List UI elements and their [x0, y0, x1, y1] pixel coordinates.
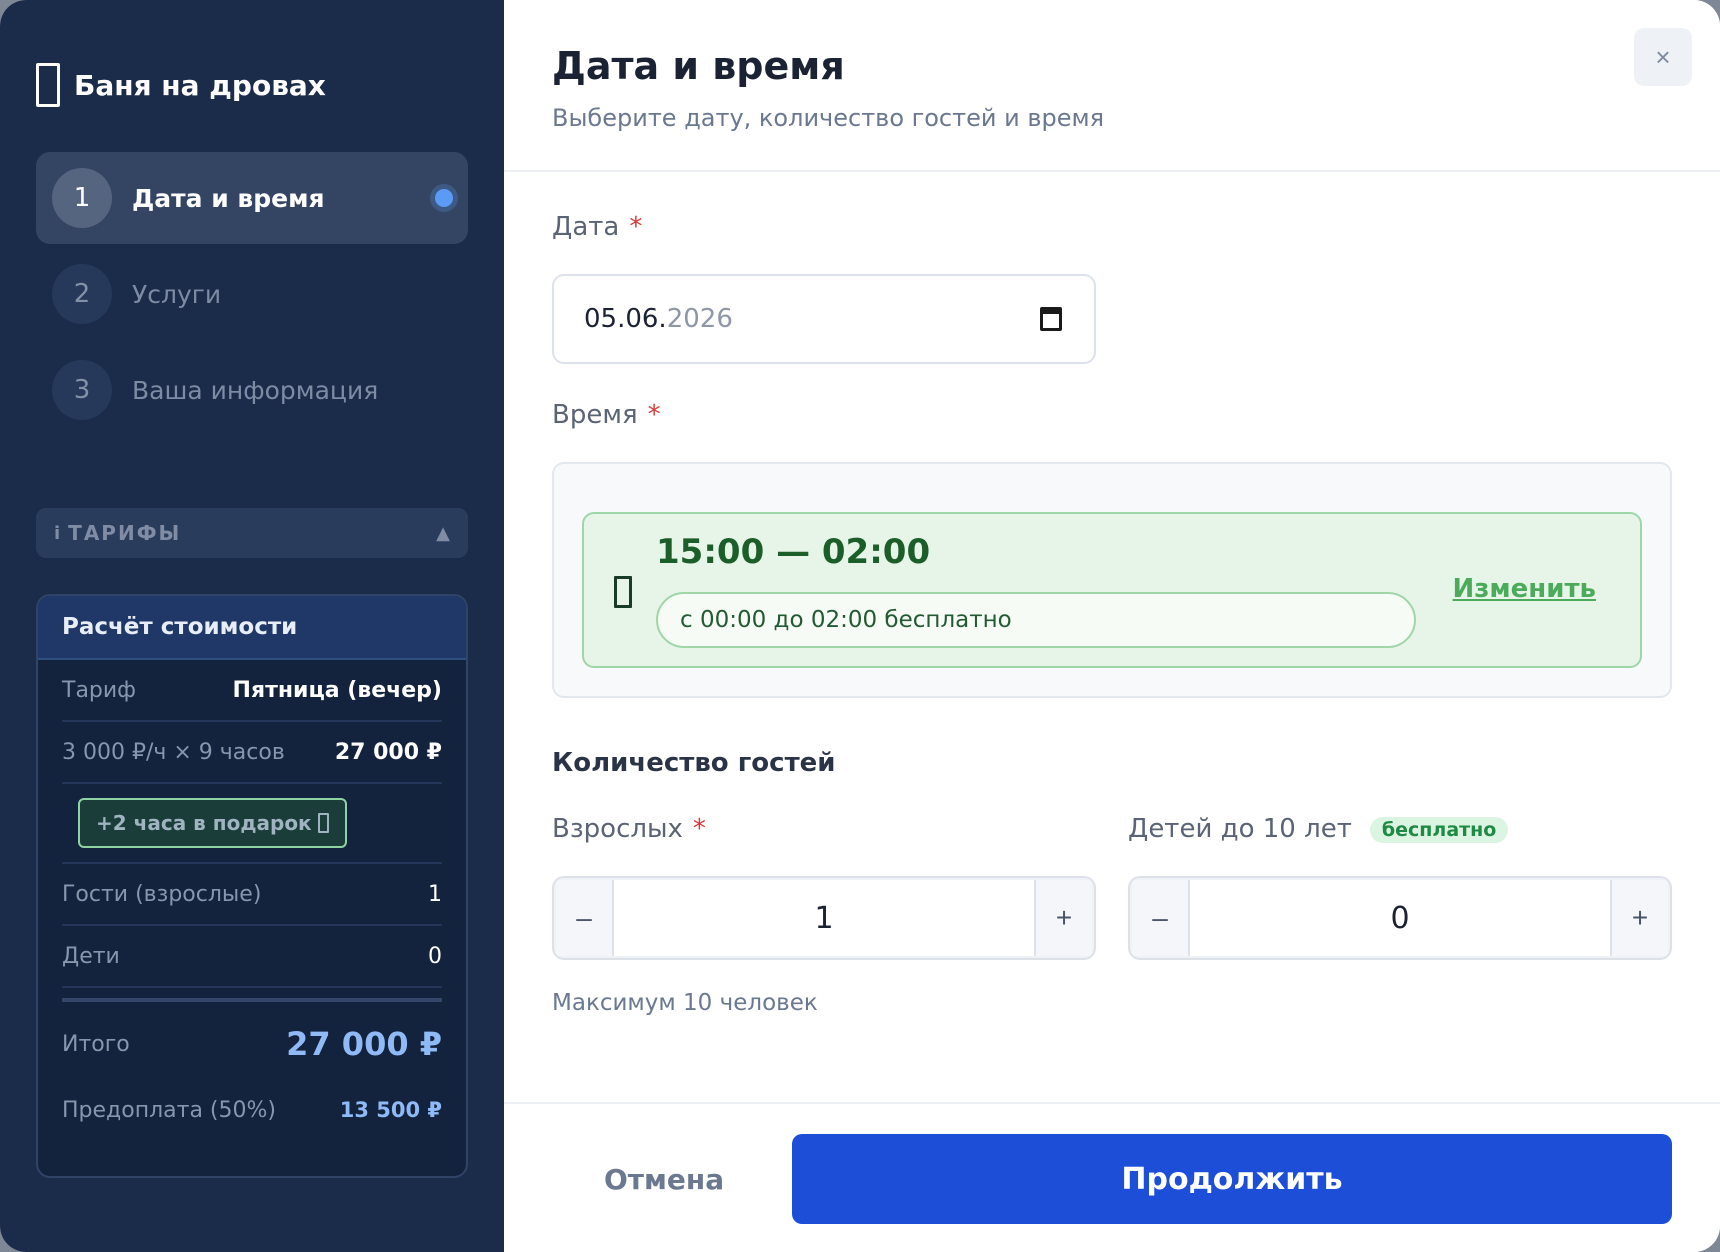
brand-title: Баня на дровах: [74, 68, 326, 102]
free-badge: бесплатно: [1369, 816, 1509, 843]
gift-badge: +2 часа в подарок: [78, 798, 347, 848]
children-decrement-button[interactable]: –: [1132, 880, 1188, 956]
calendar-icon[interactable]: [1040, 307, 1062, 331]
adults-value[interactable]: 1: [612, 880, 1036, 956]
adults-decrement-button[interactable]: –: [556, 880, 612, 956]
step-number: 2: [52, 264, 112, 324]
page-title: Дата и время: [552, 44, 845, 88]
rate-label: 3 000 ₽/ч × 9 часов: [62, 739, 285, 765]
prepay-row: Предоплата (50%) 13 500 ₽: [62, 1086, 442, 1134]
total-value: 27 000 ₽: [286, 1025, 442, 1063]
booking-modal: Баня на дровах 1 Дата и время 2 Услуги 3…: [0, 0, 1720, 1252]
cost-calculation: Расчёт стоимости Тариф Пятница (вечер) 3…: [36, 594, 468, 1178]
children-label: Дети: [62, 943, 120, 969]
total-row: Итого 27 000 ₽: [62, 1002, 442, 1086]
adults-label: Взрослых *: [552, 814, 706, 844]
required-mark: *: [647, 400, 661, 430]
continue-button[interactable]: Продолжить: [792, 1134, 1672, 1224]
children-increment-button[interactable]: +: [1612, 880, 1668, 956]
time-box: 15:00 — 02:00 с 00:00 до 02:00 бесплатно…: [552, 462, 1672, 698]
guests-value: 1: [428, 881, 442, 907]
cancel-button[interactable]: Отмена: [564, 1134, 764, 1224]
prepay-label: Предоплата (50%): [62, 1097, 276, 1123]
selected-time-slot: 15:00 — 02:00 с 00:00 до 02:00 бесплатно…: [582, 512, 1642, 668]
prepay-value: 13 500 ₽: [339, 1098, 442, 1122]
gift-row: +2 часа в подарок: [62, 784, 442, 864]
door-icon: [317, 813, 329, 833]
page-subtitle: Выберите дату, количество гостей и время: [552, 104, 1104, 132]
rate-row: 3 000 ₽/ч × 9 часов 27 000 ₽: [62, 722, 442, 784]
children-value[interactable]: 0: [1188, 880, 1612, 956]
brand: Баня на дровах: [36, 60, 326, 110]
children-stepper: – 0 +: [1128, 876, 1672, 960]
divider: [62, 988, 442, 1002]
step-your-info[interactable]: 3 Ваша информация: [36, 344, 468, 436]
step-label: Услуги: [132, 279, 222, 309]
children-row: Дети 0: [62, 926, 442, 988]
step-number: 1: [52, 168, 112, 228]
date-label-text: Дата: [552, 212, 620, 242]
tariffs-toggle[interactable]: i ТАРИФЫ ▲: [36, 508, 468, 558]
date-year: 2026: [666, 304, 733, 334]
adults-label-text: Взрослых: [552, 814, 683, 844]
slot-time: 15:00 — 02:00: [656, 532, 931, 572]
date-label: Дата *: [552, 212, 642, 242]
date-day-month: 05.06.: [584, 304, 667, 334]
divider: [504, 1102, 1720, 1104]
close-button[interactable]: ×: [1634, 28, 1692, 86]
adults-increment-button[interactable]: +: [1036, 880, 1092, 956]
gift-label: +2 часа в подарок: [96, 811, 312, 835]
tariff-row: Тариф Пятница (вечер): [62, 660, 442, 722]
children-label-text: Детей до 10 лет: [1128, 814, 1352, 844]
sidebar: Баня на дровах 1 Дата и время 2 Услуги 3…: [0, 0, 504, 1252]
door-icon: [36, 63, 60, 107]
children-value: 0: [428, 943, 442, 969]
tariff-label: Тариф: [62, 677, 136, 703]
guests-section-title: Количество гостей: [552, 748, 836, 778]
divider: [504, 170, 1720, 172]
guests-row: Гости (взрослые) 1: [62, 864, 442, 926]
required-mark: *: [629, 212, 643, 242]
adults-stepper: – 1 +: [552, 876, 1096, 960]
required-mark: *: [692, 814, 706, 844]
step-label: Ваша информация: [132, 375, 379, 405]
slot-note: с 00:00 до 02:00 бесплатно: [656, 592, 1416, 648]
step-date-time[interactable]: 1 Дата и время: [36, 152, 468, 244]
children-label: Детей до 10 лет бесплатно: [1128, 814, 1509, 844]
max-guests-note: Максимум 10 человек: [552, 990, 818, 1016]
info-icon: i: [54, 522, 61, 544]
time-label-text: Время: [552, 400, 638, 430]
step-label: Дата и время: [132, 183, 325, 213]
change-time-link[interactable]: Изменить: [1453, 574, 1596, 604]
tariff-value: Пятница (вечер): [232, 677, 442, 703]
time-label: Время *: [552, 400, 661, 430]
step-number: 3: [52, 360, 112, 420]
step-services[interactable]: 2 Услуги: [36, 248, 468, 340]
cost-calculation-title: Расчёт стоимости: [38, 596, 466, 660]
chevron-up-icon: ▲: [436, 522, 450, 544]
total-label: Итого: [62, 1031, 130, 1057]
tariffs-label: ТАРИФЫ: [68, 521, 182, 545]
guests-label: Гости (взрослые): [62, 881, 262, 907]
date-input[interactable]: 05.06. 2026: [552, 274, 1096, 364]
door-icon: [614, 576, 632, 608]
main-panel: Дата и время Выберите дату, количество г…: [504, 0, 1720, 1252]
close-icon: ×: [1655, 41, 1671, 72]
rate-value: 27 000 ₽: [334, 739, 442, 765]
active-step-indicator: [430, 184, 458, 212]
